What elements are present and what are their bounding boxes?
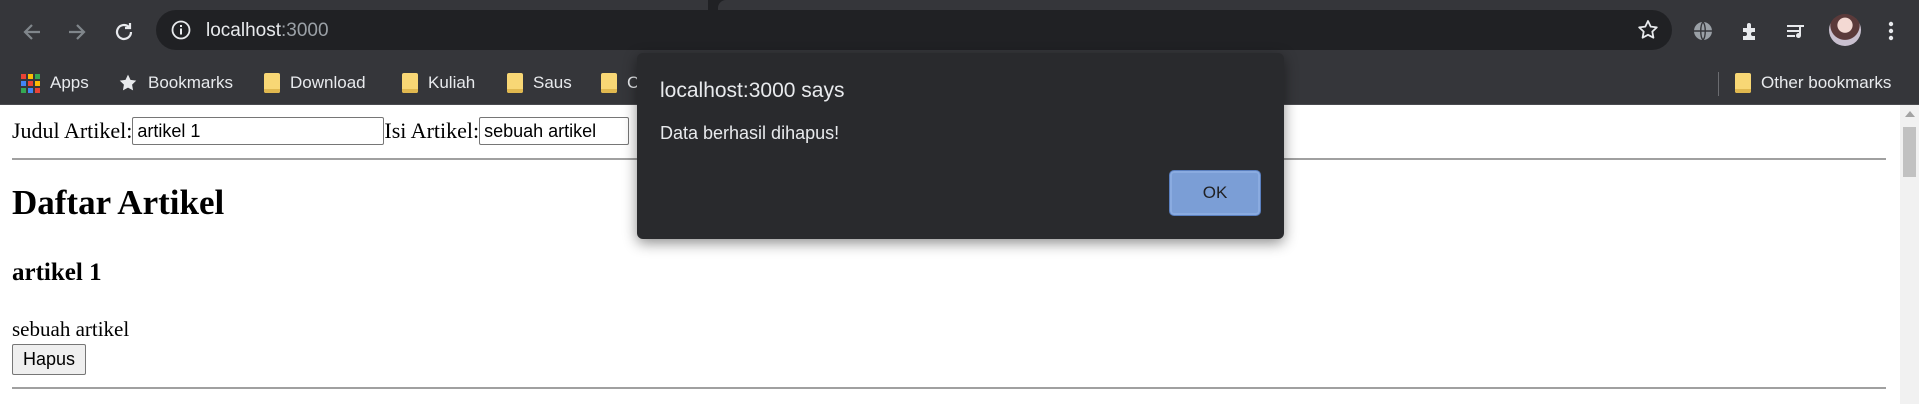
ok-button[interactable]: OK	[1169, 170, 1261, 216]
bookmark-star-icon[interactable]	[1636, 18, 1660, 47]
bookmark-label: Download	[290, 73, 366, 92]
arrow-right-icon	[69, 24, 86, 40]
folder-icon	[264, 73, 280, 93]
dialog-message: Data berhasil dihapus!	[660, 123, 840, 143]
site-info-icon[interactable]	[170, 19, 192, 46]
folder-icon	[402, 73, 418, 93]
menu-kebab-icon[interactable]	[1874, 14, 1908, 48]
page-scrollbar[interactable]	[1900, 105, 1919, 404]
folder-icon	[601, 73, 617, 93]
tab-strip-segment	[718, 0, 1919, 10]
article-title: artikel 1	[12, 259, 102, 286]
url-text: localhost:3000	[206, 20, 329, 42]
url-port: :3000	[281, 20, 329, 41]
bookmark-apps[interactable]: Apps	[21, 69, 89, 97]
bookmark-label: Other bookmarks	[1761, 73, 1892, 92]
profile-avatar[interactable]	[1829, 14, 1861, 46]
bookmark-bookmarks[interactable]: Bookmarks	[118, 69, 233, 97]
isi-label: Isi Artikel:	[384, 118, 480, 143]
dialog-title: localhost:3000 says	[660, 79, 845, 102]
judul-input[interactable]	[132, 117, 385, 145]
arrow-left-icon	[23, 24, 40, 40]
bookmark-other[interactable]: Other bookmarks	[1735, 69, 1891, 97]
tab-strip-segment	[0, 0, 708, 10]
page-title: Daftar Artikel	[12, 183, 225, 222]
bookmark-partial[interactable]: C	[601, 69, 639, 97]
apps-grid-icon	[21, 73, 40, 93]
delete-button[interactable]: Hapus	[12, 344, 87, 375]
reload-icon	[115, 23, 133, 41]
bookmark-label: Saus	[533, 73, 572, 92]
article-body: sebuah artikel	[12, 317, 130, 341]
judul-label: Judul Artikel:	[12, 118, 133, 143]
bookmark-label: Bookmarks	[148, 73, 234, 92]
bookmark-label: Apps	[50, 73, 89, 92]
folder-icon	[1735, 73, 1751, 93]
scrollbar-thumb[interactable]	[1903, 127, 1916, 177]
forward-button[interactable]	[59, 14, 95, 50]
star-icon	[119, 74, 137, 91]
address-bar[interactable]: localhost:3000	[156, 10, 1672, 50]
isi-input[interactable]	[479, 117, 630, 145]
bookmarks-divider	[1718, 72, 1719, 96]
scroll-up-arrow-icon[interactable]	[1905, 111, 1915, 117]
media-queue-icon[interactable]	[1779, 14, 1813, 48]
bookmark-label: Kuliah	[428, 73, 476, 92]
bookmark-kuliah[interactable]: Kuliah	[402, 69, 475, 97]
article-form: Judul Artikel: Isi Artikel:	[12, 117, 630, 145]
bookmark-download[interactable]: Download	[264, 69, 366, 97]
reload-button[interactable]	[106, 14, 142, 50]
extensions-puzzle-icon[interactable]	[1734, 14, 1768, 48]
bookmark-saus[interactable]: Saus	[507, 69, 572, 97]
back-button[interactable]	[14, 14, 50, 50]
url-host: localhost	[206, 20, 281, 41]
folder-icon	[507, 73, 523, 93]
alert-dialog: localhost:3000 says Data berhasil dihapu…	[637, 53, 1284, 239]
globe-extension-icon[interactable]	[1686, 14, 1720, 48]
divider	[12, 387, 1886, 389]
